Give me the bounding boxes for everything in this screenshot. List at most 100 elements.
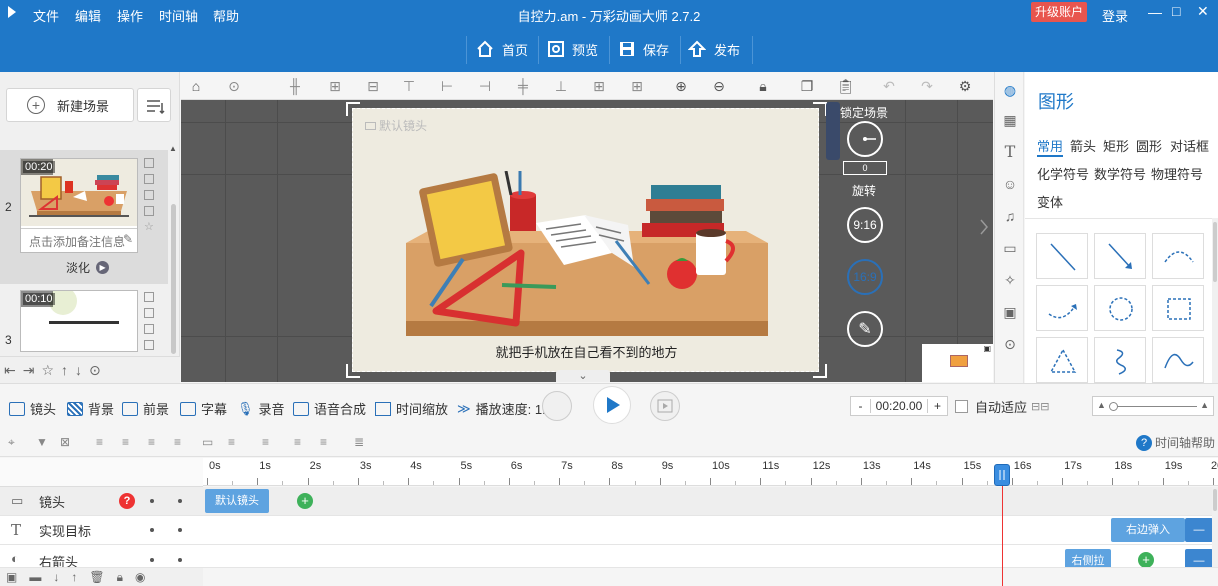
menu-operate[interactable]: 操作 <box>117 6 143 25</box>
background-button[interactable]: 背景 <box>67 399 114 418</box>
auto-fit-checkbox[interactable] <box>955 400 968 413</box>
scene-frame[interactable]: 默认镜头 就把手机放在自己看不到的地方 <box>352 108 819 372</box>
character-icon[interactable]: ☺ <box>1002 176 1018 192</box>
scene-thumbnail[interactable]: 00:10 <box>20 287 138 352</box>
new-scene-button[interactable]: + 新建场景 <box>6 88 134 122</box>
shape-rectangle[interactable] <box>1152 285 1204 331</box>
login-button[interactable]: 登录 <box>1102 6 1128 25</box>
preview-button[interactable]: 预览 <box>548 38 598 60</box>
scene-item-3[interactable]: 3 00:10 <box>0 286 168 356</box>
move-up-icon[interactable]: ↑ <box>61 362 68 378</box>
copy-scene-icon[interactable] <box>144 158 154 168</box>
minimap[interactable]: ▣ <box>922 344 993 382</box>
publish-button[interactable]: 发布 <box>688 38 740 60</box>
menu-file[interactable]: 文件 <box>33 6 59 25</box>
track-shape[interactable]: ◐ 右箭头 <box>0 545 203 568</box>
align-middle-icon[interactable]: ╪ <box>515 78 531 94</box>
rotation-input[interactable]: 0 <box>843 161 887 175</box>
panel-collapse-arrow[interactable] <box>975 212 993 242</box>
shape-spiral[interactable] <box>1094 337 1146 383</box>
add-camera-icon[interactable]: + <box>297 493 313 509</box>
import-scene-icon[interactable]: ⇤ <box>4 362 16 379</box>
duration-stepper[interactable]: - 00:20.00 + <box>850 396 948 416</box>
minimap-toggle-icon[interactable]: ▣ <box>983 344 991 353</box>
layer-icon[interactable]: ≡ <box>262 436 275 448</box>
tab-chemistry[interactable]: 化学符号 <box>1037 164 1089 183</box>
duration-value[interactable]: 00:20.00 <box>871 399 927 413</box>
group-icon[interactable]: ≡ <box>294 436 307 448</box>
minimap-viewport[interactable] <box>950 355 968 367</box>
more-icon[interactable]: ⊙ <box>89 362 101 379</box>
timeline-help-button[interactable]: ? 时间轴帮助 <box>1136 434 1215 451</box>
timeline-ruler[interactable]: 0s 1s 2s 3s 4s 5s 6s 7s 8s 9s 10s 11s 12s 13s 14s 15s 16… <box>203 458 1218 486</box>
track-row-camera[interactable]: 默认镜头 + <box>203 487 1218 516</box>
delete-scene-icon[interactable] <box>144 308 154 318</box>
visibility-dot[interactable] <box>150 558 154 562</box>
menu-timeline[interactable]: 时间轴 <box>159 6 198 25</box>
save-button[interactable]: 保存 <box>619 38 669 60</box>
zoom-in-icon[interactable]: ▲ <box>1200 400 1209 410</box>
ungroup-icon[interactable]: ≡ <box>320 436 333 448</box>
scene-note-field[interactable]: 点击添加备注信息 ✎ <box>21 228 137 252</box>
camera-track-button[interactable]: 镜头 <box>9 399 56 418</box>
visibility-dot[interactable] <box>150 528 154 532</box>
insert-scene-icon[interactable] <box>144 190 154 200</box>
filter-icon[interactable]: ▼ <box>36 436 49 448</box>
stage-canvas[interactable]: 默认镜头 就把手机放在自己看不到的地方 锁定场景 0 旋转 9:16 16:9 … <box>181 100 993 382</box>
duplicate-scene-icon[interactable] <box>144 340 154 350</box>
undo-icon[interactable]: ↶ <box>881 78 897 94</box>
settings-icon[interactable]: ⚙ <box>957 78 973 94</box>
add-animation-icon[interactable]: + <box>1138 552 1154 567</box>
foreground-button[interactable]: 前景 <box>122 399 169 418</box>
clip-end-handle[interactable]: — <box>1185 549 1213 567</box>
minimize-icon[interactable]: — <box>1148 4 1162 20</box>
align-center-h-icon[interactable]: ╫ <box>287 78 303 94</box>
timeline-zoom-slider[interactable]: ▲ ▲ <box>1092 396 1214 416</box>
align-v-icon[interactable]: ⊟ <box>365 78 381 94</box>
delete-icon[interactable]: 🗑︎ <box>89 570 104 584</box>
playhead-handle[interactable] <box>993 464 1010 486</box>
tab-physics[interactable]: 物理符号 <box>1151 164 1203 183</box>
export-scene-icon[interactable]: ⇥ <box>23 362 35 379</box>
increase-duration-button[interactable]: + <box>927 399 947 413</box>
slider-thumb[interactable] <box>1109 402 1118 411</box>
align-center-icon[interactable]: ≡ <box>122 436 135 448</box>
scrollbar-thumb[interactable] <box>1213 222 1217 282</box>
next-frame-button[interactable] <box>650 391 680 421</box>
decrease-duration-button[interactable]: - <box>851 399 871 413</box>
play-button[interactable] <box>593 386 631 424</box>
track-row-shape[interactable]: 右侧拉 + — <box>203 545 1218 568</box>
merge-icon[interactable]: ≡ <box>228 436 241 448</box>
shapes-icon[interactable]: ◍ <box>1002 82 1018 98</box>
collapse-chevron-icon[interactable]: ⌄ <box>556 370 610 382</box>
clear-filter-icon[interactable]: ⊠ <box>60 436 73 448</box>
scrollbar-thumb[interactable] <box>171 204 176 354</box>
enter-animation-clip[interactable]: 右边弹入 <box>1111 518 1185 542</box>
shape-triangle[interactable] <box>1036 337 1088 383</box>
scrollbar-thumb[interactable] <box>1213 489 1217 511</box>
stretch-icon[interactable]: ▭ <box>202 436 215 448</box>
track-row-text[interactable]: 右边弹入 — <box>203 516 1218 545</box>
zoom-preview-button[interactable] <box>542 391 572 421</box>
eye-icon[interactable]: ◉ <box>135 570 145 584</box>
locate-icon[interactable]: ⌖ <box>8 436 21 448</box>
image-icon[interactable]: ▦ <box>1002 112 1018 128</box>
tab-common[interactable]: 常用 <box>1037 136 1064 157</box>
clip-end-handle[interactable]: — <box>1185 518 1213 542</box>
shape-curved-arrow[interactable] <box>1036 285 1088 331</box>
lock-dot[interactable] <box>178 528 182 532</box>
side-pull-clip[interactable]: 右侧拉 <box>1065 549 1111 567</box>
insert-scene-icon[interactable] <box>144 324 154 334</box>
ratio-16-9-button[interactable]: 16:9 <box>847 259 883 295</box>
shape-arc[interactable] <box>1152 233 1204 279</box>
distribute-icon[interactable]: ≡ <box>174 436 187 448</box>
align-top-icon[interactable]: ⊤ <box>401 78 417 94</box>
export-icon[interactable]: ≣ <box>354 436 367 448</box>
scene-caption[interactable]: 就把手机放在自己看不到的地方 <box>353 342 820 361</box>
menu-help[interactable]: 帮助 <box>213 6 239 25</box>
redo-icon[interactable]: ↷ <box>919 78 935 94</box>
favorite-scene-icon[interactable]: ☆ <box>144 222 154 233</box>
zoom-out-icon[interactable]: ▲ <box>1097 400 1106 410</box>
visibility-dot[interactable] <box>150 499 154 503</box>
lock-icon[interactable]: 🔒︎ <box>117 570 123 585</box>
